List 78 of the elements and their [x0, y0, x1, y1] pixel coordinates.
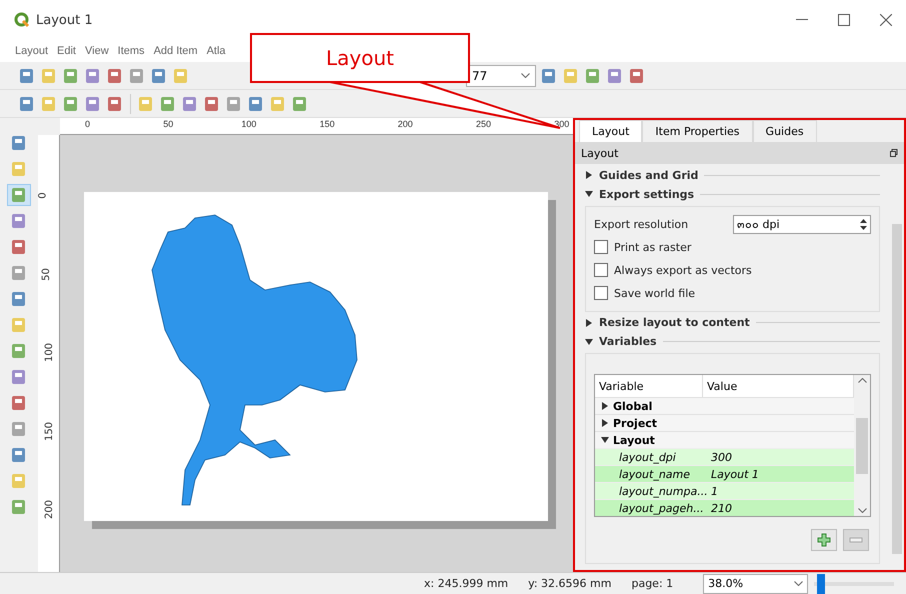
- group-name: Global: [613, 400, 652, 412]
- section-title[interactable]: Export settings: [599, 188, 694, 201]
- section-title[interactable]: Resize layout to content: [599, 316, 750, 330]
- ruler-label: 100: [44, 342, 56, 362]
- checkbox[interactable]: [594, 263, 608, 277]
- window-title: Layout 1: [36, 12, 93, 28]
- ruler-label: 200: [398, 119, 413, 129]
- slider-thumb[interactable]: [816, 574, 825, 594]
- table-scrollbar[interactable]: [854, 375, 870, 516]
- maximize-icon[interactable]: [838, 14, 850, 26]
- zoom-combo[interactable]: 38.0%: [703, 574, 808, 594]
- resolution-spinbox[interactable]: ๓๐๐ dpi: [733, 214, 871, 234]
- variable-name: layout_name: [618, 468, 692, 480]
- expand-arrow-icon[interactable]: [601, 419, 609, 427]
- group-name: Project: [613, 416, 658, 430]
- checkbox[interactable]: [594, 240, 608, 254]
- variable-value: 300: [710, 450, 732, 464]
- checkbox-label[interactable]: Print as raster: [614, 240, 692, 254]
- tree-row[interactable]: Layout: [595, 431, 854, 448]
- scroll-down-icon[interactable]: [858, 508, 866, 513]
- minimize-icon[interactable]: [796, 19, 808, 21]
- checkbox[interactable]: [594, 286, 608, 300]
- collapse-arrow-icon[interactable]: [601, 436, 609, 444]
- float-icon[interactable]: [890, 149, 898, 157]
- cursor-x-readout: x: 245.999 mm: [424, 577, 508, 590]
- app-logo-icon: [14, 12, 30, 28]
- atlas-page-combo[interactable]: 77: [466, 64, 536, 86]
- expand-arrow-icon[interactable]: [601, 402, 609, 410]
- tab[interactable]: Guides: [752, 120, 817, 142]
- spin-arrows-icon[interactable]: [860, 218, 867, 230]
- ruler-label: 150: [44, 421, 56, 441]
- menu-item[interactable]: Items: [114, 45, 149, 57]
- dock-title: Layout: [581, 146, 618, 160]
- variable-name: layout_numpa...: [618, 484, 707, 498]
- ruler-label: 0: [85, 119, 90, 129]
- ruler-label: 0: [38, 192, 49, 199]
- checkbox-label[interactable]: Save world file: [614, 286, 696, 300]
- remove-button[interactable]: [843, 529, 869, 551]
- menu-item[interactable]: Atla: [202, 45, 230, 57]
- checkbox-label[interactable]: Always export as vectors: [614, 264, 752, 276]
- page-readout: page: 1: [631, 577, 674, 590]
- menu-item[interactable]: Edit: [53, 45, 80, 57]
- variable-name: layout_dpi: [618, 450, 677, 464]
- zoom-slider[interactable]: [814, 574, 894, 594]
- cursor-y-readout: y: 32.6596 mm: [528, 577, 612, 590]
- scroll-up-icon[interactable]: [858, 378, 866, 383]
- add-button[interactable]: [811, 529, 837, 551]
- callout-label: Layout: [250, 33, 470, 83]
- variable-value: 1: [710, 484, 718, 498]
- ruler-label: 100: [241, 119, 256, 129]
- ruler-label: 50: [163, 119, 174, 129]
- ruler-label: 200: [44, 500, 56, 520]
- section-title[interactable]: Guides and Grid: [599, 168, 698, 182]
- chevron-down-icon[interactable]: [794, 581, 804, 586]
- menu-item[interactable]: Add Item: [150, 45, 202, 57]
- collapse-arrow-icon[interactable]: [585, 338, 593, 346]
- tree-row[interactable]: Global: [595, 397, 854, 414]
- chevron-down-icon[interactable]: [521, 73, 530, 78]
- variable-value: Layout 1: [710, 468, 759, 480]
- ruler-label: 150: [320, 119, 335, 129]
- expand-arrow-icon[interactable]: [585, 171, 593, 180]
- group-name: Layout: [613, 434, 655, 446]
- section-title[interactable]: Variables: [599, 335, 657, 348]
- tab[interactable]: Item Properties: [642, 120, 753, 142]
- ruler-label: 250: [476, 119, 492, 129]
- tab[interactable]: Layout: [579, 120, 642, 142]
- tree-row[interactable]: Project: [595, 414, 854, 431]
- expand-arrow-icon[interactable]: [585, 318, 593, 327]
- variable-value: 210: [710, 502, 732, 514]
- field-label: Export resolution: [594, 218, 688, 230]
- plus-icon: [817, 533, 831, 547]
- variable-name: layout_pageh...: [618, 502, 705, 514]
- menu-item[interactable]: Layout: [11, 45, 52, 57]
- menu-item[interactable]: View: [81, 45, 113, 57]
- minus-icon: [849, 537, 863, 543]
- ruler-label: 50: [40, 268, 52, 280]
- collapse-arrow-icon[interactable]: [585, 190, 593, 198]
- close-icon[interactable]: [880, 14, 892, 26]
